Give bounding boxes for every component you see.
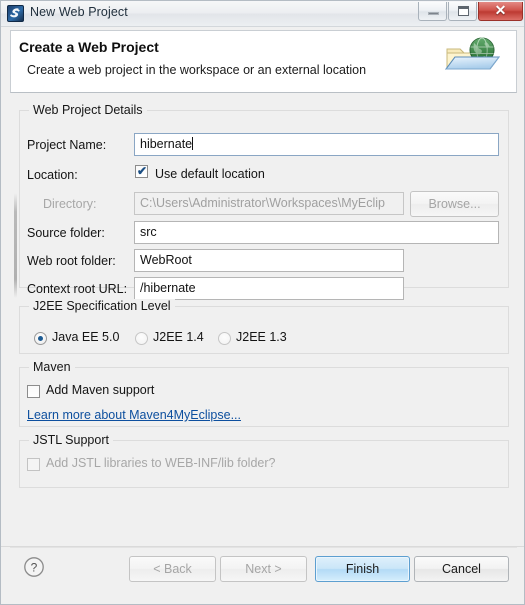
label-directory: Directory: xyxy=(43,197,97,211)
label-project-name: Project Name: xyxy=(27,138,107,152)
label-add-jstl-libraries: Add JSTL libraries to WEB-INF/lib folder… xyxy=(46,456,276,470)
back-button[interactable]: < Back xyxy=(129,556,216,582)
label-web-root-folder: Web root folder: xyxy=(27,254,116,268)
web-root-folder-input[interactable]: WebRoot xyxy=(134,249,404,272)
text-caret xyxy=(192,137,194,150)
label-source-folder: Source folder: xyxy=(27,226,105,240)
label-context-root-url: Context root URL: xyxy=(27,282,128,296)
close-icon: ✕ xyxy=(494,2,507,18)
myeclipse-app-icon xyxy=(7,5,24,22)
new-web-project-dialog: New Web Project ✕ Create a Web Project C… xyxy=(0,0,525,605)
help-icon[interactable]: ? xyxy=(23,556,45,578)
radio-j2ee-14[interactable] xyxy=(135,332,148,345)
page-title: Create a Web Project xyxy=(19,39,159,55)
directory-input[interactable]: C:\Users\Administrator\Workspaces\MyEcli… xyxy=(134,192,404,215)
cancel-button[interactable]: Cancel xyxy=(414,556,509,582)
restore-button[interactable] xyxy=(448,2,477,21)
project-name-value: hibernate xyxy=(140,137,193,151)
group-title-jstl-support: JSTL Support xyxy=(29,433,113,447)
browse-button[interactable]: Browse... xyxy=(410,191,499,217)
next-button[interactable]: Next > xyxy=(220,556,307,582)
finish-button[interactable]: Finish xyxy=(315,556,410,582)
svg-text:?: ? xyxy=(31,561,38,575)
group-title-maven: Maven xyxy=(29,360,75,374)
restore-icon xyxy=(458,6,469,16)
label-j2ee-14[interactable]: J2EE 1.4 xyxy=(153,330,204,344)
radio-java-ee-50[interactable] xyxy=(34,332,47,345)
label-use-default-location[interactable]: Use default location xyxy=(155,167,265,181)
dialog-content: Web Project Details Project Name: hibern… xyxy=(1,93,524,546)
label-add-maven-support[interactable]: Add Maven support xyxy=(46,383,154,397)
wizard-banner: Create a Web Project Create a web projec… xyxy=(10,30,517,93)
window-title: New Web Project xyxy=(30,5,128,19)
add-maven-support-checkbox[interactable] xyxy=(27,385,40,398)
title-bar[interactable]: New Web Project ✕ xyxy=(1,1,524,27)
source-folder-input[interactable]: src xyxy=(134,221,499,244)
project-name-input[interactable]: hibernate xyxy=(134,133,499,156)
maven4myeclipse-link[interactable]: Learn more about Maven4MyEclipse... xyxy=(27,408,241,422)
add-jstl-libraries-checkbox[interactable] xyxy=(27,458,40,471)
minimize-button[interactable] xyxy=(418,2,447,21)
check-icon: ✔ xyxy=(137,164,148,178)
context-root-url-input[interactable]: /hibernate xyxy=(134,277,404,300)
label-location: Location: xyxy=(27,168,78,182)
left-edge-divider xyxy=(14,193,17,298)
close-button[interactable]: ✕ xyxy=(478,2,523,21)
use-default-location-checkbox[interactable]: ✔ xyxy=(135,164,148,178)
minimize-icon xyxy=(428,12,439,15)
label-java-ee-50[interactable]: Java EE 5.0 xyxy=(52,330,119,344)
group-title-j2ee-specification-level: J2EE Specification Level xyxy=(29,299,175,313)
web-folder-globe-icon xyxy=(433,33,509,91)
window-controls: ✕ xyxy=(417,2,523,21)
label-j2ee-13[interactable]: J2EE 1.3 xyxy=(236,330,287,344)
group-title-web-project-details: Web Project Details xyxy=(29,103,147,117)
radio-j2ee-13[interactable] xyxy=(218,332,231,345)
page-subtitle: Create a web project in the workspace or… xyxy=(27,63,367,77)
